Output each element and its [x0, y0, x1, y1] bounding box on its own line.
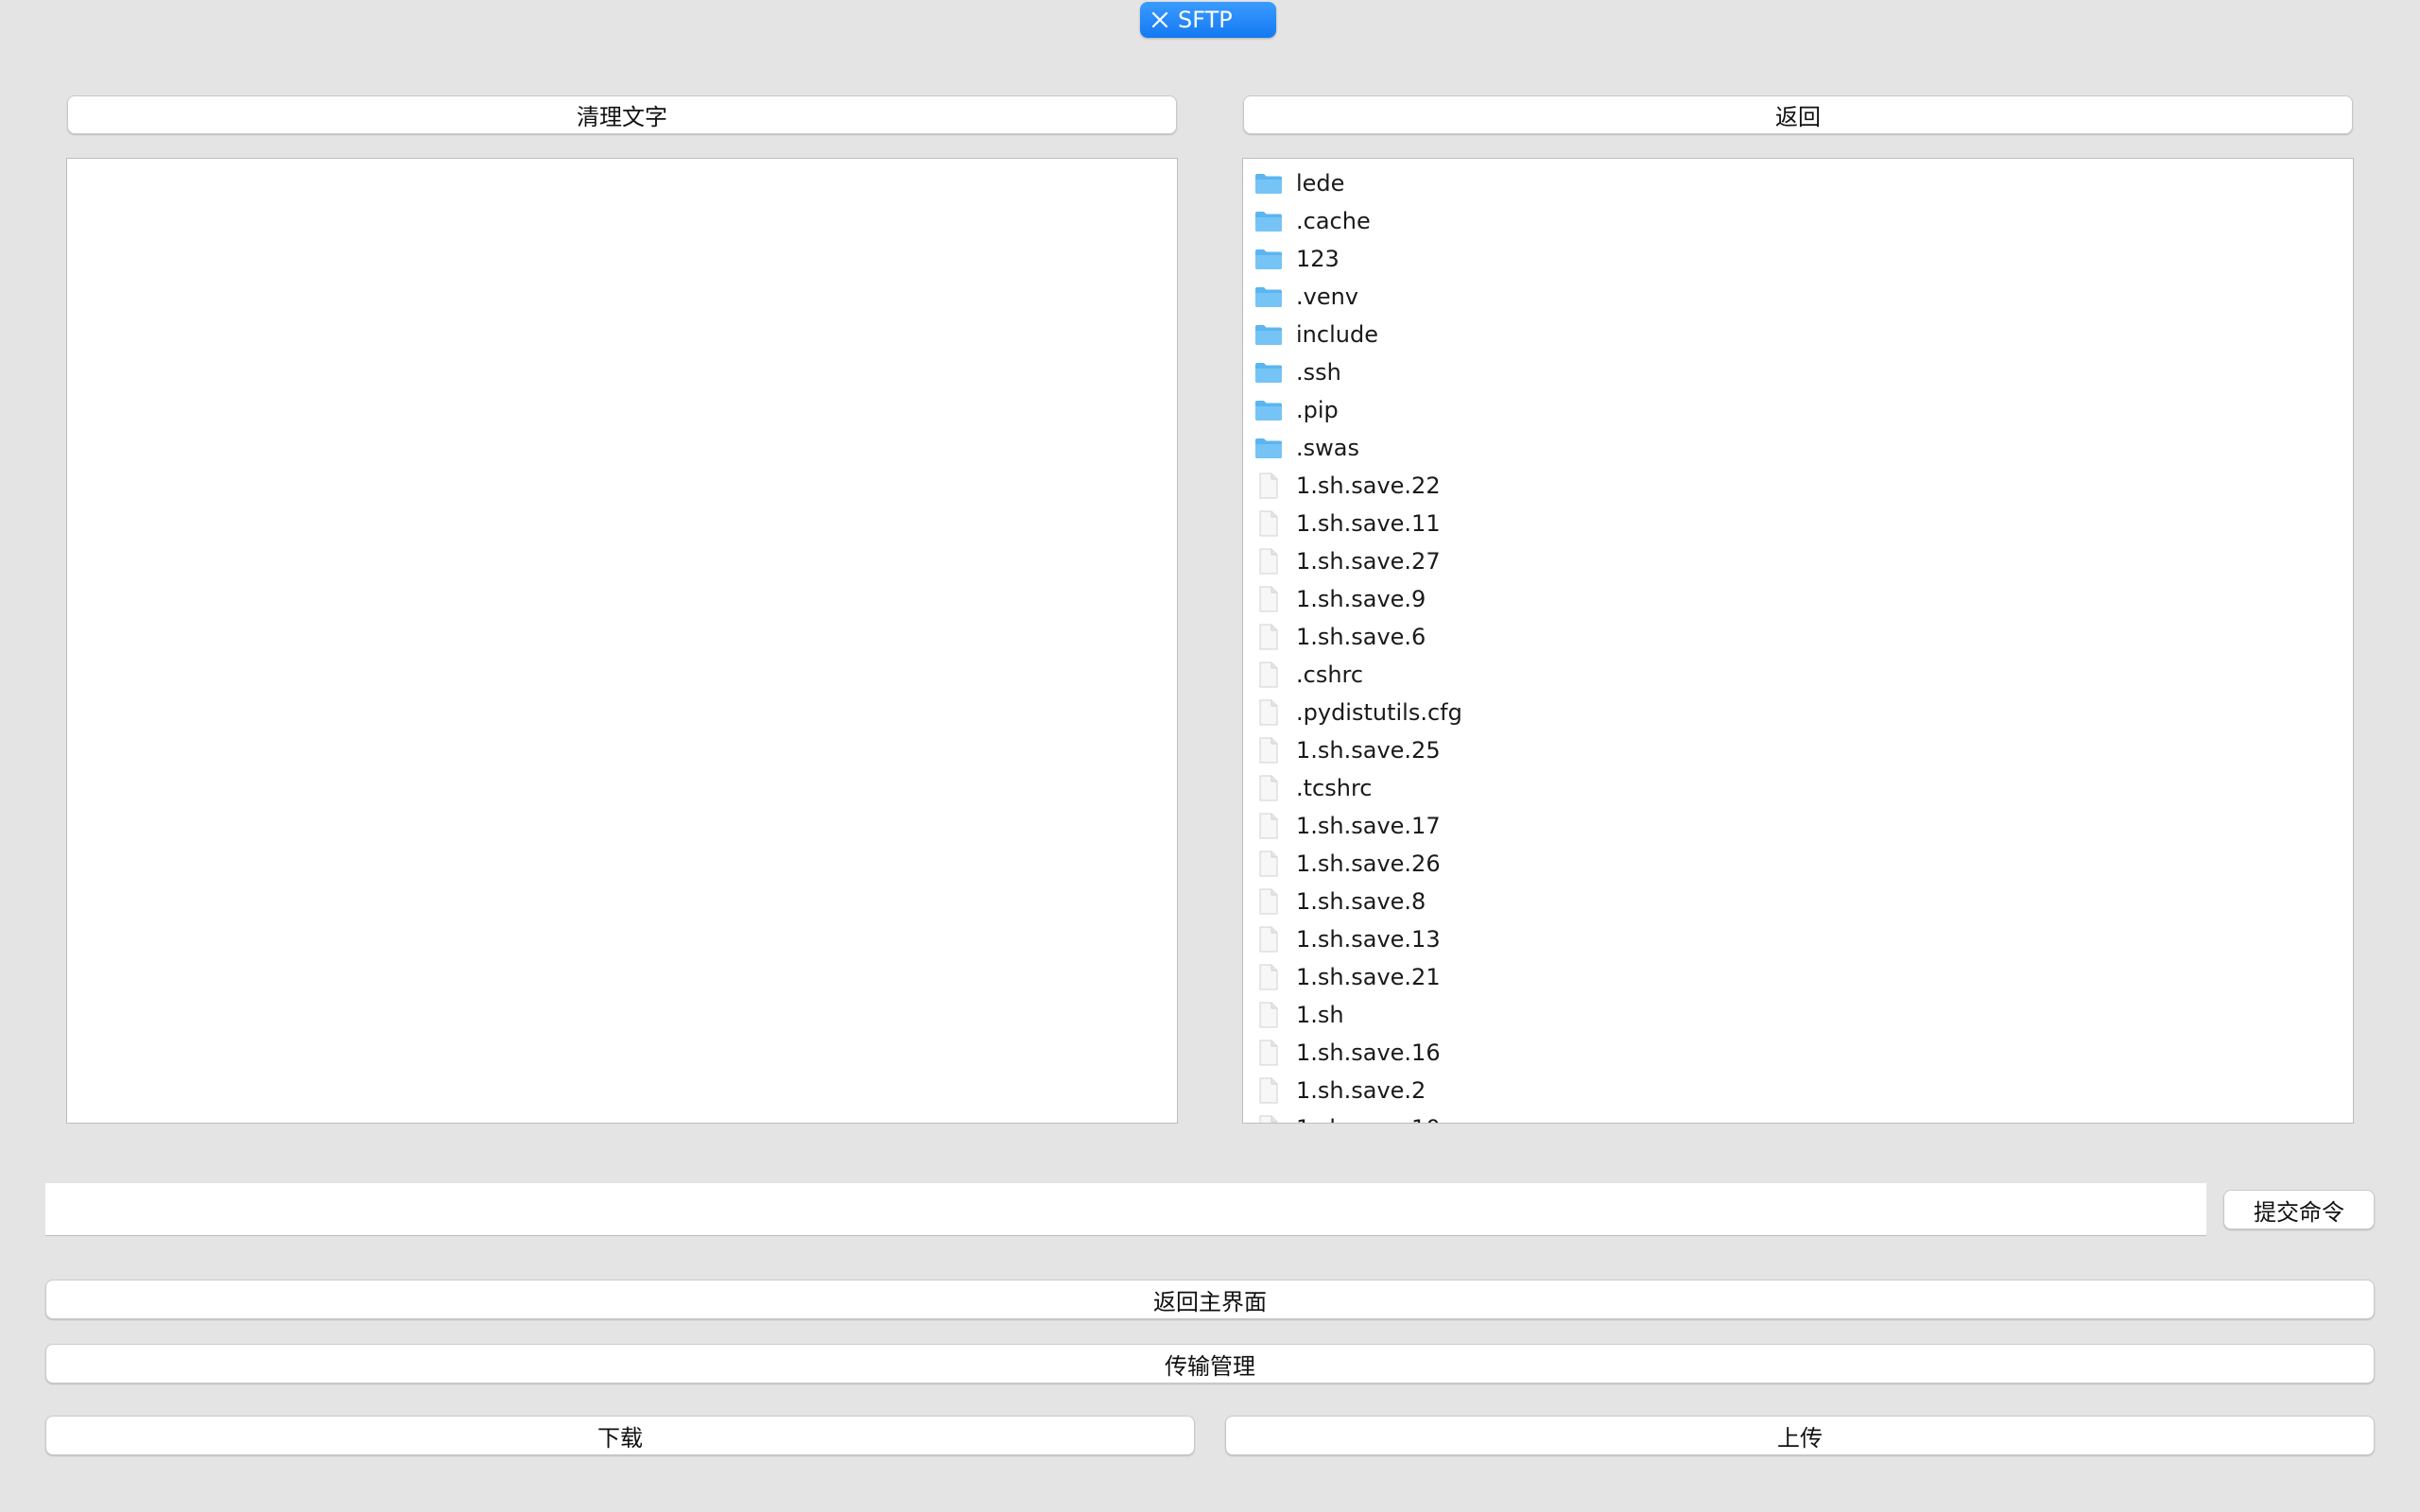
file-name: 1.sh.save.11	[1296, 510, 1441, 537]
file-icon	[1254, 624, 1283, 650]
folder-icon	[1254, 359, 1283, 386]
file-icon	[1254, 548, 1283, 575]
file-name: 1.sh.save.21	[1296, 964, 1441, 990]
file-list-item[interactable]: 1.sh	[1243, 996, 2353, 1034]
file-list-item[interactable]: .tcshrc	[1243, 769, 2353, 807]
file-list-item[interactable]: 123	[1243, 240, 2353, 278]
transfer-management-button[interactable]: 传输管理	[45, 1344, 2375, 1383]
folder-icon	[1254, 284, 1283, 310]
file-name: .pydistutils.cfg	[1296, 699, 1462, 726]
file-icon	[1254, 472, 1283, 499]
file-name: 123	[1296, 246, 1340, 272]
file-list-item[interactable]: 1.sh.save.27	[1243, 542, 2353, 580]
file-icon	[1254, 775, 1283, 801]
file-name: .pip	[1296, 397, 1339, 423]
file-icon	[1254, 888, 1283, 915]
file-name: .venv	[1296, 284, 1359, 310]
output-text-area[interactable]	[66, 158, 1178, 1124]
folder-icon	[1254, 208, 1283, 234]
file-icon	[1254, 1077, 1283, 1104]
file-list-item[interactable]: 1.sh.save.22	[1243, 467, 2353, 505]
return-home-button[interactable]: 返回主界面	[45, 1280, 2375, 1319]
clear-text-button[interactable]: 清理文字	[67, 95, 1177, 134]
sftp-tab[interactable]: SFTP	[1140, 2, 1276, 38]
file-list-item[interactable]: 1.sh.save.11	[1243, 505, 2353, 542]
file-name: 1.sh.save.6	[1296, 624, 1426, 650]
file-list-item[interactable]: .ssh	[1243, 353, 2353, 391]
file-icon	[1254, 1115, 1283, 1123]
download-button[interactable]: 下载	[45, 1416, 1195, 1455]
file-name: include	[1296, 321, 1378, 348]
file-name: 1.sh.save.17	[1296, 813, 1441, 839]
file-name: 1.sh.save.26	[1296, 850, 1441, 877]
file-list-item[interactable]: .venv	[1243, 278, 2353, 316]
file-list-item[interactable]: 1.sh.save.2	[1243, 1072, 2353, 1109]
sftp-window: SFTP 清理文字 返回 lede .cache 123 .venv include .s…	[0, 0, 2420, 1512]
back-button[interactable]: 返回	[1243, 95, 2353, 134]
file-list-item[interactable]: 1.sh.save.9	[1243, 580, 2353, 618]
file-list-item[interactable]: .swas	[1243, 429, 2353, 467]
file-name: 1.sh.save.16	[1296, 1040, 1441, 1066]
file-icon	[1254, 586, 1283, 612]
file-name: 1.sh.save.10	[1296, 1115, 1441, 1123]
file-name: 1.sh.save.8	[1296, 888, 1426, 915]
folder-icon	[1254, 170, 1283, 197]
file-icon	[1254, 1040, 1283, 1066]
file-list-item[interactable]: 1.sh.save.17	[1243, 807, 2353, 845]
file-name: 1.sh.save.2	[1296, 1077, 1426, 1104]
file-list-item[interactable]: include	[1243, 316, 2353, 353]
file-name: 1.sh.save.22	[1296, 472, 1441, 499]
close-icon[interactable]	[1148, 8, 1172, 32]
file-list-item[interactable]: 1.sh.save.26	[1243, 845, 2353, 883]
file-name: .tcshrc	[1296, 775, 1373, 801]
file-icon	[1254, 510, 1283, 537]
file-name: 1.sh.save.13	[1296, 926, 1441, 953]
file-list-item[interactable]: .cshrc	[1243, 656, 2353, 694]
tab-title: SFTP	[1178, 7, 1233, 33]
folder-icon	[1254, 246, 1283, 272]
folder-icon	[1254, 435, 1283, 461]
file-name: 1.sh	[1296, 1002, 1344, 1028]
file-list-item[interactable]: 1.sh.save.6	[1243, 618, 2353, 656]
upload-button[interactable]: 上传	[1225, 1416, 2375, 1455]
file-name: 1.sh.save.27	[1296, 548, 1441, 575]
file-list-item[interactable]: .pip	[1243, 391, 2353, 429]
file-list-item[interactable]: 1.sh.save.13	[1243, 920, 2353, 958]
file-name: 1.sh.save.25	[1296, 737, 1441, 764]
file-icon	[1254, 662, 1283, 688]
file-list-item[interactable]: lede	[1243, 164, 2353, 202]
file-list-item[interactable]: 1.sh.save.10	[1243, 1109, 2353, 1123]
file-name: .swas	[1296, 435, 1359, 461]
file-icon	[1254, 926, 1283, 953]
file-name: .cshrc	[1296, 662, 1364, 688]
file-list-item[interactable]: 1.sh.save.25	[1243, 731, 2353, 769]
remote-file-list[interactable]: lede .cache 123 .venv include .ssh .pip .swas 1.…	[1242, 158, 2354, 1124]
file-icon	[1254, 813, 1283, 839]
file-list: lede .cache 123 .venv include .ssh .pip .swas 1.…	[1243, 164, 2353, 1123]
file-icon	[1254, 1002, 1283, 1028]
file-name: .cache	[1296, 208, 1371, 234]
submit-command-button[interactable]: 提交命令	[2223, 1190, 2375, 1229]
command-input[interactable]	[45, 1183, 2206, 1236]
file-list-item[interactable]: 1.sh.save.16	[1243, 1034, 2353, 1072]
file-list-item[interactable]: 1.sh.save.21	[1243, 958, 2353, 996]
file-icon	[1254, 850, 1283, 877]
file-list-item[interactable]: .cache	[1243, 202, 2353, 240]
file-list-item[interactable]: .pydistutils.cfg	[1243, 694, 2353, 731]
file-name: .ssh	[1296, 359, 1341, 386]
folder-icon	[1254, 397, 1283, 423]
file-name: 1.sh.save.9	[1296, 586, 1426, 612]
file-name: lede	[1296, 170, 1345, 197]
file-icon	[1254, 737, 1283, 764]
folder-icon	[1254, 321, 1283, 348]
file-icon	[1254, 699, 1283, 726]
file-icon	[1254, 964, 1283, 990]
file-list-item[interactable]: 1.sh.save.8	[1243, 883, 2353, 920]
